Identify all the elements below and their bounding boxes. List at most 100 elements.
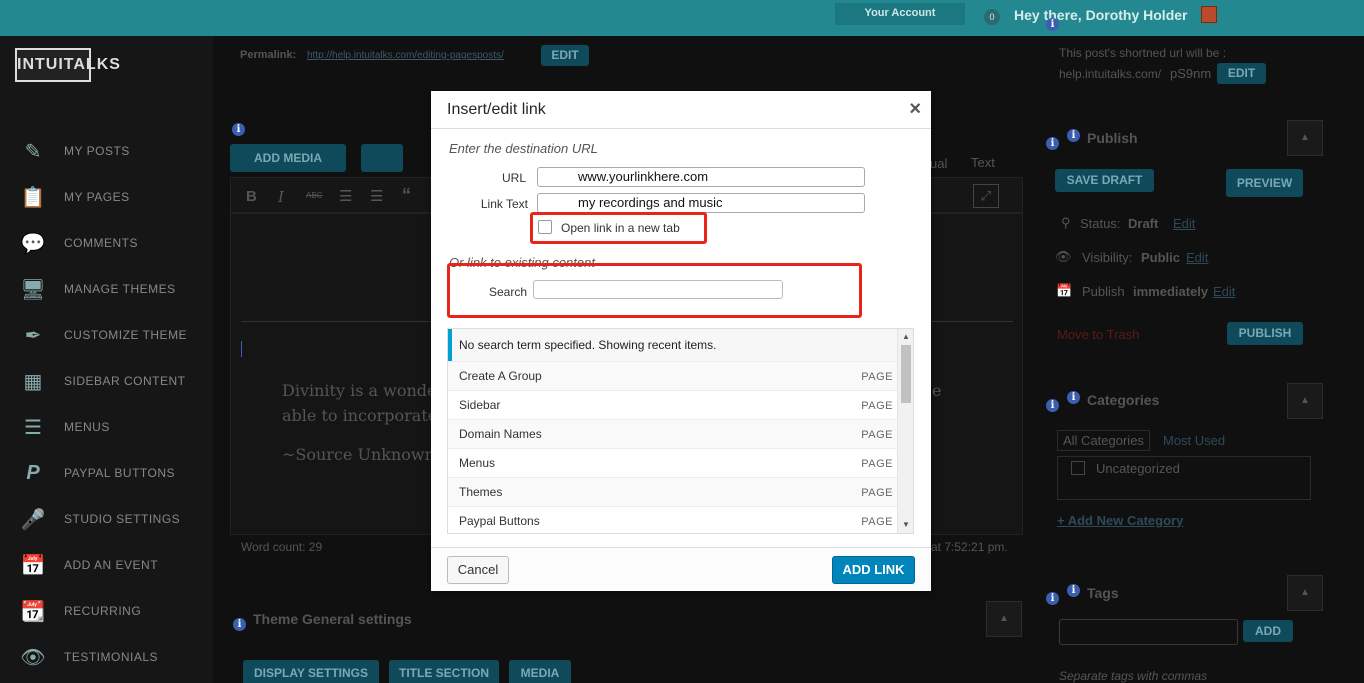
url-input[interactable]: www.yourlinkhere.com <box>537 167 865 187</box>
tab-title-section[interactable]: TITLE SECTION <box>389 660 499 683</box>
collapse-toggle-icon[interactable]: ▲ <box>1287 575 1323 611</box>
add-category-link[interactable]: + Add New Category <box>1057 513 1183 528</box>
results-list: No search term specified. Showing recent… <box>447 328 914 534</box>
add-form-button[interactable] <box>361 144 403 172</box>
add-media-button[interactable]: ADD MEDIA <box>230 144 346 172</box>
tab-visual[interactable]: ual <box>930 156 947 171</box>
user-greeting[interactable]: Hey there, Dorothy Holder <box>1014 7 1187 23</box>
sidebar-item-my-posts[interactable]: ✎ MY POSTS <box>0 131 213 171</box>
eye-icon: 👁 <box>20 646 46 669</box>
info-icon[interactable]: i <box>233 618 246 631</box>
category-checkbox[interactable] <box>1071 461 1085 475</box>
numbered-list-icon[interactable]: ☰ <box>370 187 383 205</box>
dialog-header: Insert/edit link × <box>431 91 931 129</box>
visibility-edit-link[interactable]: Edit <box>1186 250 1208 265</box>
collapse-toggle-icon[interactable]: ▲ <box>986 601 1022 637</box>
list-item[interactable]: Domain Names PAGE <box>448 419 899 448</box>
info-icon[interactable]: i <box>1067 129 1080 142</box>
list-item[interactable]: Menus PAGE <box>448 448 899 477</box>
sidebar-item-label: MY PAGES <box>64 190 130 204</box>
strikethrough-icon[interactable]: ABC <box>306 191 322 200</box>
result-title: Themes <box>459 485 503 499</box>
info-icon[interactable]: i <box>1067 391 1080 404</box>
top-bar: Your Account 0 Hey there, Dorothy Holder <box>0 0 1364 36</box>
new-tab-label[interactable]: Open link in a new tab <box>561 221 680 235</box>
sidebar-item-label: STUDIO SETTINGS <box>64 512 181 526</box>
avatar[interactable] <box>1201 6 1217 23</box>
bullet-list-icon[interactable]: ☰ <box>339 187 352 205</box>
sidebar-item-label: MANAGE THEMES <box>64 282 176 296</box>
list-item[interactable]: Paypal Buttons PAGE <box>448 506 899 533</box>
add-tag-button[interactable]: ADD <box>1243 620 1293 642</box>
new-tab-checkbox[interactable] <box>538 220 552 234</box>
tab-display-settings[interactable]: DISPLAY SETTINGS <box>243 660 379 683</box>
insert-edit-link-dialog: Insert/edit link × Enter the destination… <box>431 91 931 591</box>
info-icon[interactable]: i <box>232 123 245 136</box>
your-account-button[interactable]: Your Account <box>835 3 965 25</box>
tags-hint: Separate tags with commas <box>1059 669 1208 683</box>
visibility-value: Public <box>1141 250 1181 265</box>
short-url-edit-button[interactable]: EDIT <box>1217 63 1266 84</box>
sidebar-item-studio-settings[interactable]: 🎤 STUDIO SETTINGS <box>0 499 213 539</box>
info-icon[interactable]: i <box>1046 18 1059 31</box>
add-link-button[interactable]: ADD LINK <box>832 556 915 584</box>
list-item[interactable]: Themes PAGE <box>448 477 899 506</box>
bold-icon[interactable]: B <box>246 188 257 205</box>
tags-input[interactable] <box>1059 619 1238 645</box>
info-icon[interactable]: i <box>1046 137 1059 150</box>
sidebar-item-paypal-buttons[interactable]: P PAYPAL BUTTONS <box>0 453 213 493</box>
sidebar-item-recurring[interactable]: 📆 RECURRING <box>0 591 213 631</box>
tab-all-categories[interactable]: All Categories <box>1057 430 1150 451</box>
sidebar-item-manage-themes[interactable]: 🖥 MANAGE THEMES <box>0 269 213 309</box>
dialog-title: Insert/edit link <box>447 101 546 118</box>
calculator-icon: ▦ <box>23 370 43 393</box>
scroll-down-icon[interactable]: ▼ <box>901 520 911 529</box>
sidebar-item-label: CUSTOMIZE THEME <box>64 328 188 342</box>
tab-text[interactable]: Text <box>971 155 995 170</box>
result-type: PAGE <box>861 487 893 499</box>
collapse-toggle-icon[interactable]: ▲ <box>1287 383 1323 419</box>
publish-button[interactable]: PUBLISH <box>1227 322 1303 345</box>
scroll-up-icon[interactable]: ▲ <box>901 332 911 341</box>
notification-count[interactable]: 0 <box>984 9 1000 25</box>
italic-icon[interactable]: I <box>278 188 284 206</box>
scrollbar-thumb[interactable] <box>901 345 911 403</box>
sidebar-item-add-an-event[interactable]: 📅 ADD AN EVENT <box>0 545 213 585</box>
sidebar: INTUITALKS ✎ MY POSTS 📋 MY PAGES 💬 COMME… <box>0 36 213 683</box>
visibility-label: Visibility: <box>1082 250 1133 265</box>
recurring-calendar-icon: 📆 <box>20 600 46 623</box>
permalink-url[interactable]: http://help.intuitalks.com/editing-pages… <box>307 50 504 61</box>
link-text-input[interactable]: my recordings and music <box>537 193 865 213</box>
status-label: Status: <box>1080 216 1121 231</box>
sidebar-item-label: COMMENTS <box>64 236 138 250</box>
close-icon[interactable]: × <box>909 98 921 121</box>
collapse-toggle-icon[interactable]: ▲ <box>1287 120 1323 156</box>
sidebar-item-my-pages[interactable]: 📋 MY PAGES <box>0 177 213 217</box>
word-count: Word count: 29 <box>241 540 323 554</box>
save-draft-button[interactable]: SAVE DRAFT <box>1055 169 1154 192</box>
sidebar-item-comments[interactable]: 💬 COMMENTS <box>0 223 213 263</box>
info-icon[interactable]: i <box>1046 592 1059 605</box>
info-icon[interactable]: i <box>1046 399 1059 412</box>
sidebar-item-testimonials[interactable]: 👁 TESTIMONIALS <box>0 637 213 677</box>
site-logo[interactable]: INTUITALKS <box>15 48 120 82</box>
tab-most-used[interactable]: Most Used <box>1163 433 1225 448</box>
info-icon[interactable]: i <box>1067 584 1080 597</box>
move-to-trash-link[interactable]: Move to Trash <box>1057 327 1139 342</box>
search-input[interactable] <box>533 280 783 299</box>
sidebar-item-customize-theme[interactable]: ✒ CUSTOMIZE THEME <box>0 315 213 355</box>
sidebar-item-sidebar-content[interactable]: ▦ SIDEBAR CONTENT <box>0 361 213 401</box>
status-edit-link[interactable]: Edit <box>1173 216 1195 231</box>
sidebar-item-menus[interactable]: ☰ MENUS <box>0 407 213 447</box>
list-item[interactable]: Sidebar PAGE <box>448 390 899 419</box>
list-item[interactable]: Create A Group PAGE <box>448 361 899 390</box>
tab-media[interactable]: MEDIA <box>509 660 571 683</box>
permalink-edit-button[interactable]: EDIT <box>541 45 589 66</box>
cancel-button[interactable]: Cancel <box>447 556 509 584</box>
result-type: PAGE <box>861 400 893 412</box>
publish-edit-link[interactable]: Edit <box>1213 284 1235 299</box>
fullscreen-icon[interactable]: ⤢ <box>973 184 999 208</box>
blockquote-icon[interactable]: “ <box>402 185 411 206</box>
results-scrollbar[interactable]: ▲ ▼ <box>897 329 913 533</box>
preview-button[interactable]: PREVIEW <box>1226 169 1303 197</box>
